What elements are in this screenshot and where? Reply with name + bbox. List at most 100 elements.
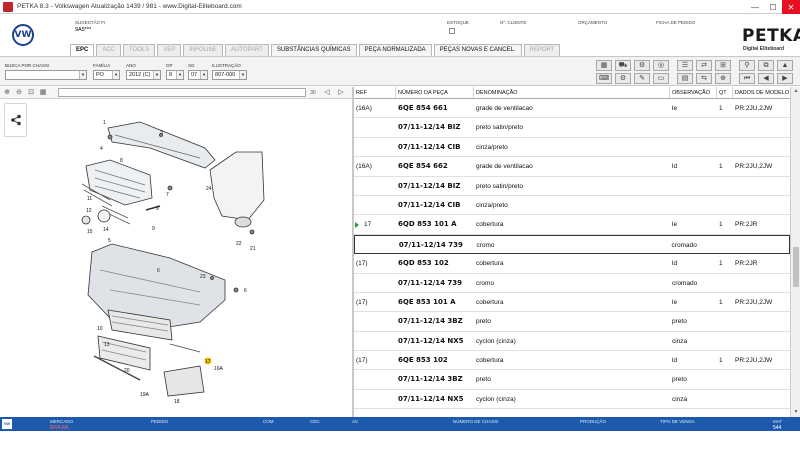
parts-diagram[interactable]: 1 3 7 9 4 8 11 12 15 14 5 9 22 21 23 6 6… <box>0 99 352 417</box>
diagram-prev-icon[interactable]: ◁ <box>322 88 332 98</box>
table-row[interactable]: 07/11-12/14 CIB cinza/preto <box>354 138 790 158</box>
table-scrollbar[interactable]: ▲ ▼ <box>790 87 800 417</box>
ac-label: AC <box>352 419 359 424</box>
cell-qt <box>717 118 733 136</box>
car-icon[interactable]: ⛟ <box>615 60 631 71</box>
wheel-icon[interactable]: ◎ <box>653 60 669 71</box>
zoom-out-icon[interactable]: ⊖ <box>14 88 24 98</box>
tab-report[interactable]: REPORT <box>523 44 561 56</box>
cell-dados-modelo: PR:2JR <box>735 260 758 268</box>
compare-icon[interactable]: ⇆ <box>696 73 712 84</box>
tools-icon[interactable]: ✎ <box>634 73 650 84</box>
share-icon <box>10 114 21 126</box>
table-row[interactable]: 07/11-12/14 739 cromo cromado <box>354 234 790 255</box>
cell-denominacao: cromo <box>476 279 495 287</box>
table-row[interactable]: 17 6QD 853 101 A cobertura le 1 PR:2JR <box>354 215 790 235</box>
cell-part-number: 6QE 853 102 <box>398 356 448 365</box>
add-cart-icon[interactable]: ⊕ <box>715 73 731 84</box>
scroll-thumb[interactable] <box>793 247 799 287</box>
cell-denominacao: grade de ventilacao <box>476 105 533 112</box>
minimize-button[interactable]: — <box>746 0 764 14</box>
document-icon[interactable]: ▤ <box>677 73 693 84</box>
table-row[interactable]: (17) 6QE 853 101 A cobertura le 1 PR:2JU,2JW <box>354 293 790 313</box>
pin-icon[interactable]: ⚲ <box>739 60 755 71</box>
table-row[interactable]: 07/11-12/14 3BZ preto preto <box>354 370 790 390</box>
transfer-icon[interactable]: ⇄ <box>696 60 712 71</box>
estoque-checkbox[interactable] <box>449 28 455 34</box>
table-row[interactable]: 07/11-12/14 CIB cinza/preto <box>354 196 790 216</box>
cell-observacao: le <box>672 221 678 229</box>
col-qt[interactable]: QT <box>717 87 733 98</box>
copy-icon[interactable]: ⧉ <box>758 60 774 71</box>
zoom-in-icon[interactable]: ⊕ <box>2 88 12 98</box>
pedido-label: PEDIDO <box>151 419 169 424</box>
fit-icon[interactable]: ⊡ <box>26 88 36 98</box>
familia-select[interactable]: PO ▼ <box>93 70 120 80</box>
tab-pecas-novas[interactable]: PEÇAS NOVAS E CANCEL. <box>433 44 522 56</box>
col-ref[interactable]: REF <box>354 87 396 98</box>
scroll-up-icon[interactable]: ▲ <box>791 87 800 96</box>
tab-acc[interactable]: ACC <box>96 44 122 56</box>
scroll-down-icon[interactable]: ▼ <box>791 408 800 417</box>
keyboard-icon[interactable]: ⌨ <box>596 73 612 84</box>
cell-ref <box>354 138 396 156</box>
tab-peca-normalizada[interactable]: PEÇA NORMALIZADA <box>358 44 432 56</box>
close-button[interactable]: ✕ <box>782 0 800 14</box>
list-icon[interactable]: ☰ <box>677 60 693 71</box>
table-row[interactable]: 07/11-12/14 BIZ preto satin/preto <box>354 118 790 138</box>
cell-dados-modelo: PR:2JU,2JW <box>735 357 773 365</box>
cell-dados-modelo <box>732 236 789 253</box>
sugestao-label: SUGESTÃO FI <box>75 20 106 25</box>
diagram-search-input[interactable] <box>58 88 306 97</box>
cell-qt <box>717 274 733 292</box>
gp-select[interactable]: 8 ▼ <box>166 70 184 80</box>
ilustracao-select[interactable]: 807-000 ▼ <box>212 70 247 80</box>
tab-vep[interactable]: VEP <box>157 44 182 56</box>
col-dados-modelo[interactable]: DADOS DE MODELO <box>733 87 790 98</box>
table-row[interactable]: (17) 6QE 853 102 cobertura ld 1 PR:2JU,2JW <box>354 351 790 371</box>
sugestao-value: 9A5*** <box>75 27 92 33</box>
print-icon[interactable]: ▦ <box>596 60 612 71</box>
body-icon[interactable]: ▭ <box>653 73 669 84</box>
engine-icon[interactable]: ⚙ <box>634 60 650 71</box>
prev-page-icon[interactable]: ◀ <box>758 73 774 84</box>
table-row[interactable]: 07/11-12/14 NX5 cyclon (cinza) cinza <box>354 390 790 410</box>
first-page-icon[interactable]: ⏮ <box>739 73 755 84</box>
table-row[interactable]: (16A) 6QE 854 661 grade de ventilacao le 1 PR… <box>354 99 790 119</box>
callout-12: 9 <box>152 226 155 232</box>
transmission-icon[interactable]: ⚙ <box>615 73 631 84</box>
tab-tools[interactable]: TOOLS <box>123 44 156 56</box>
table-row[interactable]: (16A) 6QE 854 662 grade de ventilacao ld 1 PR… <box>354 157 790 177</box>
col-observacao[interactable]: OBSERVAÇÃO <box>670 87 717 98</box>
diagram-next-icon[interactable]: ▷ <box>336 88 346 98</box>
table-row[interactable]: 07/11-12/14 NX5 cyclon (cinza) cinza <box>354 332 790 352</box>
cart-icon[interactable]: ⊞ <box>715 60 731 71</box>
chassi-input[interactable]: ▼ <box>5 70 87 80</box>
chassi-label: BUSCA POR CHASSI <box>5 63 50 68</box>
cell-part-number: 07/11-12/14 BIZ <box>398 123 461 132</box>
tab-substancias[interactable]: SUBSTÂNCIAS QUÍMICAS <box>270 44 357 56</box>
col-numero[interactable]: NÚMERO DA PEÇA <box>396 87 474 98</box>
table-row[interactable]: 07/11-12/14 BIZ preto satin/preto <box>354 177 790 196</box>
tab-autopart[interactable]: AUTOPART <box>224 44 269 56</box>
mercado-label: MERCADO <box>50 419 74 424</box>
table-row[interactable]: 07/11-12/14 3BZ preto preto <box>354 312 790 332</box>
ano-select[interactable]: 2012 (C) ▼ <box>126 70 161 80</box>
orcamento-label: ORÇAMENTO <box>578 20 608 25</box>
col-denominacao[interactable]: DENOMINAÇÃO <box>474 87 670 98</box>
estoque-label: ESTOQUE <box>447 20 469 25</box>
table-row[interactable]: 07/11-12/14 739 cromo cromado <box>354 274 790 293</box>
share-button[interactable] <box>4 103 27 137</box>
gp-label: GP <box>166 63 173 68</box>
tab-infoline[interactable]: INFOLINE <box>183 44 223 56</box>
tab-epc[interactable]: EPC <box>70 44 95 56</box>
next-page-icon[interactable]: ▶ <box>777 73 793 84</box>
print-diagram-icon[interactable]: ▦ <box>38 88 48 98</box>
cell-observacao: cromado <box>672 279 698 287</box>
maximize-button[interactable]: ☐ <box>764 0 782 14</box>
sg-select[interactable]: 07 ▼ <box>188 70 208 80</box>
cell-observacao: le <box>672 298 678 306</box>
ano-label: ANO <box>126 63 136 68</box>
up-icon[interactable]: ▲ <box>777 60 793 71</box>
table-row[interactable]: (17) 6QD 853 102 cobertura ld 1 PR:2JR <box>354 254 790 274</box>
